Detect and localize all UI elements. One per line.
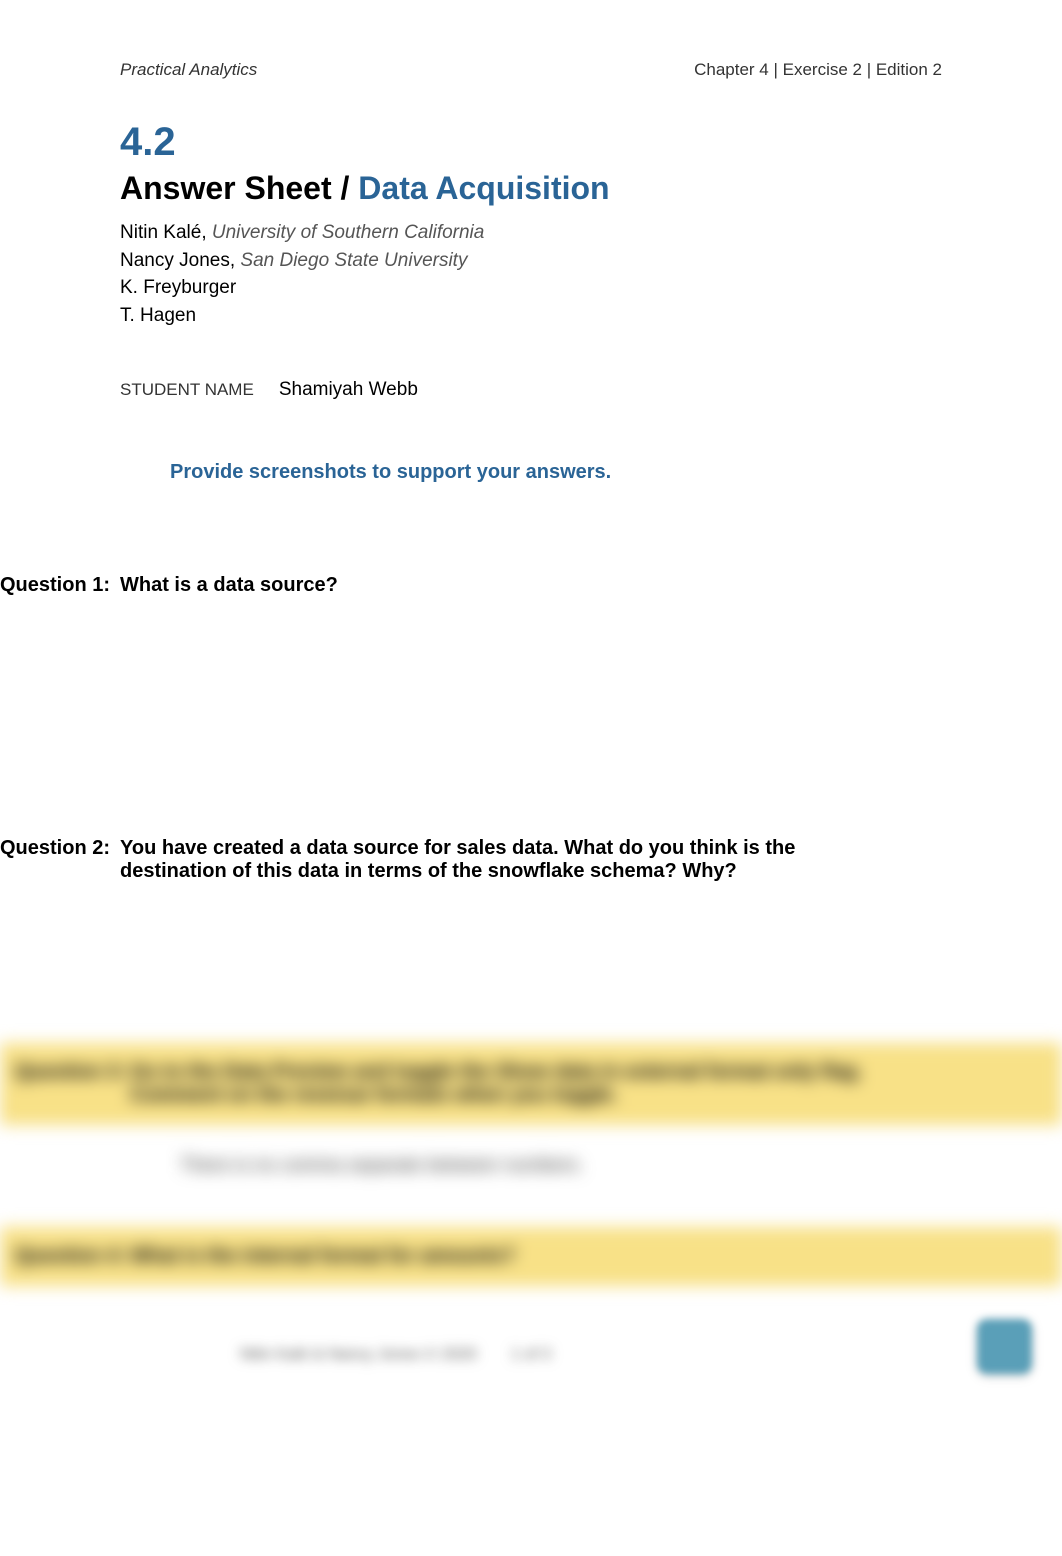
author-line: T. Hagen (120, 302, 942, 330)
question-label: Question 4: (10, 1245, 130, 1268)
question-2: Question 2: You have created a data sour… (0, 837, 942, 883)
title-topic: Data Acquisition (358, 170, 609, 206)
student-row: STUDENT NAME Shamiyah Webb (120, 379, 942, 401)
footer-copyright: Nitin Kalé & Nancy Jones © 2020 (240, 1346, 477, 1364)
question-1: Question 1: What is a data source? (0, 574, 942, 597)
question-text: You have created a data source for sales… (120, 837, 942, 883)
question-text: What is a data source? (120, 574, 942, 597)
author-line: Nitin Kalé, University of Southern Calif… (120, 219, 942, 247)
student-label: STUDENT NAME (120, 380, 254, 399)
author-name: K. Freyburger (120, 277, 236, 298)
header-title: Practical Analytics (120, 60, 257, 80)
author-name: Nancy Jones, (120, 250, 235, 271)
author-line: K. Freyburger (120, 274, 942, 302)
instruction-text: Provide screenshots to support your answ… (170, 461, 942, 484)
authors-block: Nitin Kalé, University of Southern Calif… (120, 219, 942, 329)
question-3-blurred: Question 3: Go to the Data Preview and t… (0, 1043, 1062, 1125)
author-affiliation: University of Southern California (212, 222, 484, 243)
page-header: Practical Analytics Chapter 4 | Exercise… (120, 60, 942, 80)
author-line: Nancy Jones, San Diego State University (120, 247, 942, 275)
question-text: Go to the Data Preview and toggle the Sh… (130, 1061, 1052, 1107)
section-number: 4.2 (120, 120, 942, 165)
page-footer: Nitin Kalé & Nancy Jones © 2020 1 of 3 (120, 1346, 942, 1364)
header-meta: Chapter 4 | Exercise 2 | Edition 2 (694, 60, 942, 80)
footer-page-number: 1 of 3 (511, 1346, 551, 1364)
question-label: Question 3: (10, 1061, 130, 1107)
student-name: Shamiyah Webb (279, 379, 418, 400)
author-name: T. Hagen (120, 305, 196, 326)
author-affiliation: San Diego State University (240, 250, 467, 271)
question-label: Question 1: (0, 574, 120, 597)
page-title: Answer Sheet / Data Acquisition (120, 170, 942, 207)
question-text: What is the internal format for amounts? (130, 1245, 1052, 1268)
question-4-blurred: Question 4: What is the internal format … (0, 1227, 1062, 1286)
question-label: Question 2: (0, 837, 120, 883)
title-prefix: Answer Sheet / (120, 170, 358, 206)
author-name: Nitin Kalé, (120, 222, 207, 243)
corner-badge-icon (977, 1319, 1032, 1374)
blurred-content: Question 3: Go to the Data Preview and t… (0, 1043, 1062, 1286)
answer-3-blurred: There is no comma separate between numbe… (180, 1155, 1062, 1177)
